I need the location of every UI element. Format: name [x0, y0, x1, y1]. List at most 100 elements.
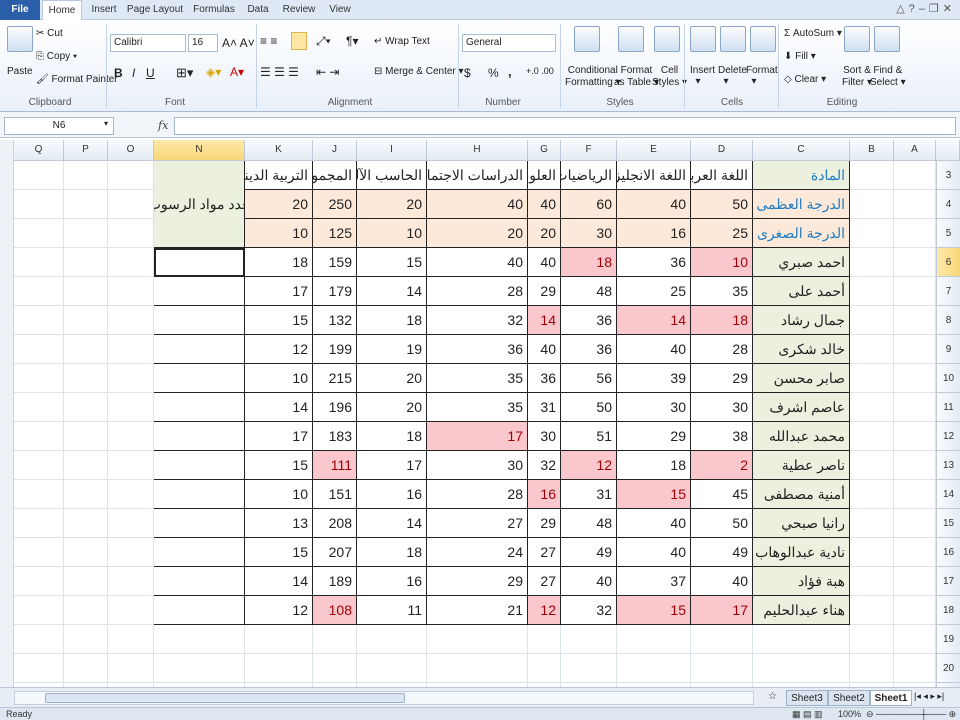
format-cells-button[interactable]: Format ▾ [746, 65, 778, 87]
fail-count-cell[interactable] [154, 538, 245, 567]
score-cell[interactable]: 27 [427, 509, 528, 538]
wrap-text-button[interactable]: ↵ Wrap Text [374, 36, 430, 47]
subject-header-cell[interactable]: التربية الدينية [245, 161, 313, 190]
score-cell[interactable]: 18 [561, 248, 617, 277]
column-header[interactable]: I [357, 140, 427, 161]
score-cell[interactable]: 15 [245, 451, 313, 480]
score-cell[interactable]: 35 [427, 364, 528, 393]
format-as-table-icon[interactable] [618, 26, 644, 52]
cell[interactable] [64, 567, 108, 596]
student-name-cell[interactable]: أحمد على [753, 277, 850, 306]
fail-count-cell[interactable] [154, 306, 245, 335]
cell[interactable] [357, 654, 427, 683]
cell[interactable] [894, 248, 936, 277]
row-header[interactable]: 9 [936, 335, 960, 364]
cell[interactable] [64, 393, 108, 422]
row-header[interactable]: 15 [936, 509, 960, 538]
tab-insert[interactable]: Insert [84, 0, 124, 20]
bold-button[interactable]: B [114, 66, 123, 80]
column-header[interactable]: N [154, 140, 245, 161]
score-cell[interactable]: 17 [357, 451, 427, 480]
student-name-cell[interactable]: هبة فؤاد [753, 567, 850, 596]
score-cell[interactable]: 215 [313, 364, 357, 393]
score-cell[interactable]: 10 [245, 364, 313, 393]
score-cell[interactable]: 159 [313, 248, 357, 277]
cell[interactable] [14, 393, 64, 422]
indent-icon[interactable]: ⇤ ⇥ [316, 65, 339, 79]
score-cell[interactable]: 17 [245, 277, 313, 306]
score-cell[interactable]: 15 [357, 248, 427, 277]
cell[interactable] [850, 219, 894, 248]
score-cell[interactable]: 132 [313, 306, 357, 335]
horizontal-scrollbar[interactable] [14, 691, 754, 705]
score-cell[interactable]: 15 [245, 306, 313, 335]
cell[interactable] [64, 480, 108, 509]
number-format-combo[interactable]: General [462, 34, 556, 52]
cell[interactable] [357, 625, 427, 654]
cell[interactable] [14, 364, 64, 393]
score-cell[interactable]: 14 [245, 393, 313, 422]
score-cell[interactable]: 40 [528, 335, 561, 364]
cell[interactable] [850, 422, 894, 451]
cell[interactable] [850, 306, 894, 335]
score-cell[interactable]: 108 [313, 596, 357, 625]
min-label-cell[interactable]: الدرجة الصغرى [753, 219, 850, 248]
min-score-cell[interactable]: 25 [691, 219, 753, 248]
tab-home[interactable]: Home [42, 0, 82, 21]
percent-button[interactable]: % [488, 66, 499, 80]
find-select-icon[interactable] [874, 26, 900, 52]
cell[interactable] [313, 625, 357, 654]
cell[interactable] [64, 538, 108, 567]
score-cell[interactable]: 40 [617, 509, 691, 538]
score-cell[interactable]: 27 [528, 538, 561, 567]
cell[interactable] [64, 161, 108, 190]
cell[interactable] [894, 451, 936, 480]
column-header[interactable]: G [528, 140, 561, 161]
cell[interactable] [108, 538, 154, 567]
cell[interactable] [108, 306, 154, 335]
cell[interactable] [850, 248, 894, 277]
cell[interactable] [108, 190, 154, 219]
cell[interactable] [14, 422, 64, 451]
format-cells-icon[interactable] [750, 26, 776, 52]
cell[interactable] [753, 654, 850, 683]
score-cell[interactable]: 111 [313, 451, 357, 480]
score-cell[interactable]: 15 [617, 480, 691, 509]
subject-header-cell[interactable]: الرياضيات [561, 161, 617, 190]
minimize-ribbon-icon[interactable]: △ [896, 3, 908, 15]
student-name-cell[interactable]: خالد شكرى [753, 335, 850, 364]
cell[interactable] [894, 161, 936, 190]
decimal-icon[interactable]: +.0 .00 [526, 66, 554, 76]
cell[interactable] [64, 654, 108, 683]
delete-cells-icon[interactable] [720, 26, 746, 52]
min-score-cell[interactable]: 10 [245, 219, 313, 248]
clear-button[interactable]: ◇ Clear ▾ [784, 74, 826, 85]
window-controls[interactable]: △?–❐✕ [896, 2, 956, 15]
cell[interactable] [850, 509, 894, 538]
score-cell[interactable]: 36 [561, 335, 617, 364]
sheet-nav-icon[interactable]: |◂ ◂ ▸ ▸| [914, 691, 944, 702]
font-name-combo[interactable]: Calibri [110, 34, 186, 52]
formula-input[interactable] [174, 117, 956, 135]
cell[interactable] [64, 596, 108, 625]
cell[interactable] [64, 190, 108, 219]
borders-icon[interactable]: ⊞▾ [176, 65, 193, 81]
column-header[interactable]: J [313, 140, 357, 161]
sheet-tab-sheet1[interactable]: Sheet1 [870, 690, 912, 706]
align-top-icon[interactable]: ≡ ≡ [260, 34, 277, 48]
font-size-combo[interactable]: 16 [188, 34, 218, 52]
row-header[interactable]: 4 [936, 190, 960, 219]
score-cell[interactable]: 40 [561, 567, 617, 596]
score-cell[interactable]: 19 [357, 335, 427, 364]
score-cell[interactable]: 208 [313, 509, 357, 538]
score-cell[interactable]: 15 [245, 538, 313, 567]
score-cell[interactable]: 28 [427, 277, 528, 306]
score-cell[interactable]: 49 [691, 538, 753, 567]
cut-button[interactable]: ✂ Cut [36, 28, 63, 39]
score-cell[interactable]: 183 [313, 422, 357, 451]
subject-label-cell[interactable]: المادة [753, 161, 850, 190]
cell[interactable] [313, 654, 357, 683]
currency-button[interactable]: $ [464, 66, 471, 80]
max-label-cell[interactable]: الدرجة العظمى [753, 190, 850, 219]
score-cell[interactable]: 48 [561, 509, 617, 538]
